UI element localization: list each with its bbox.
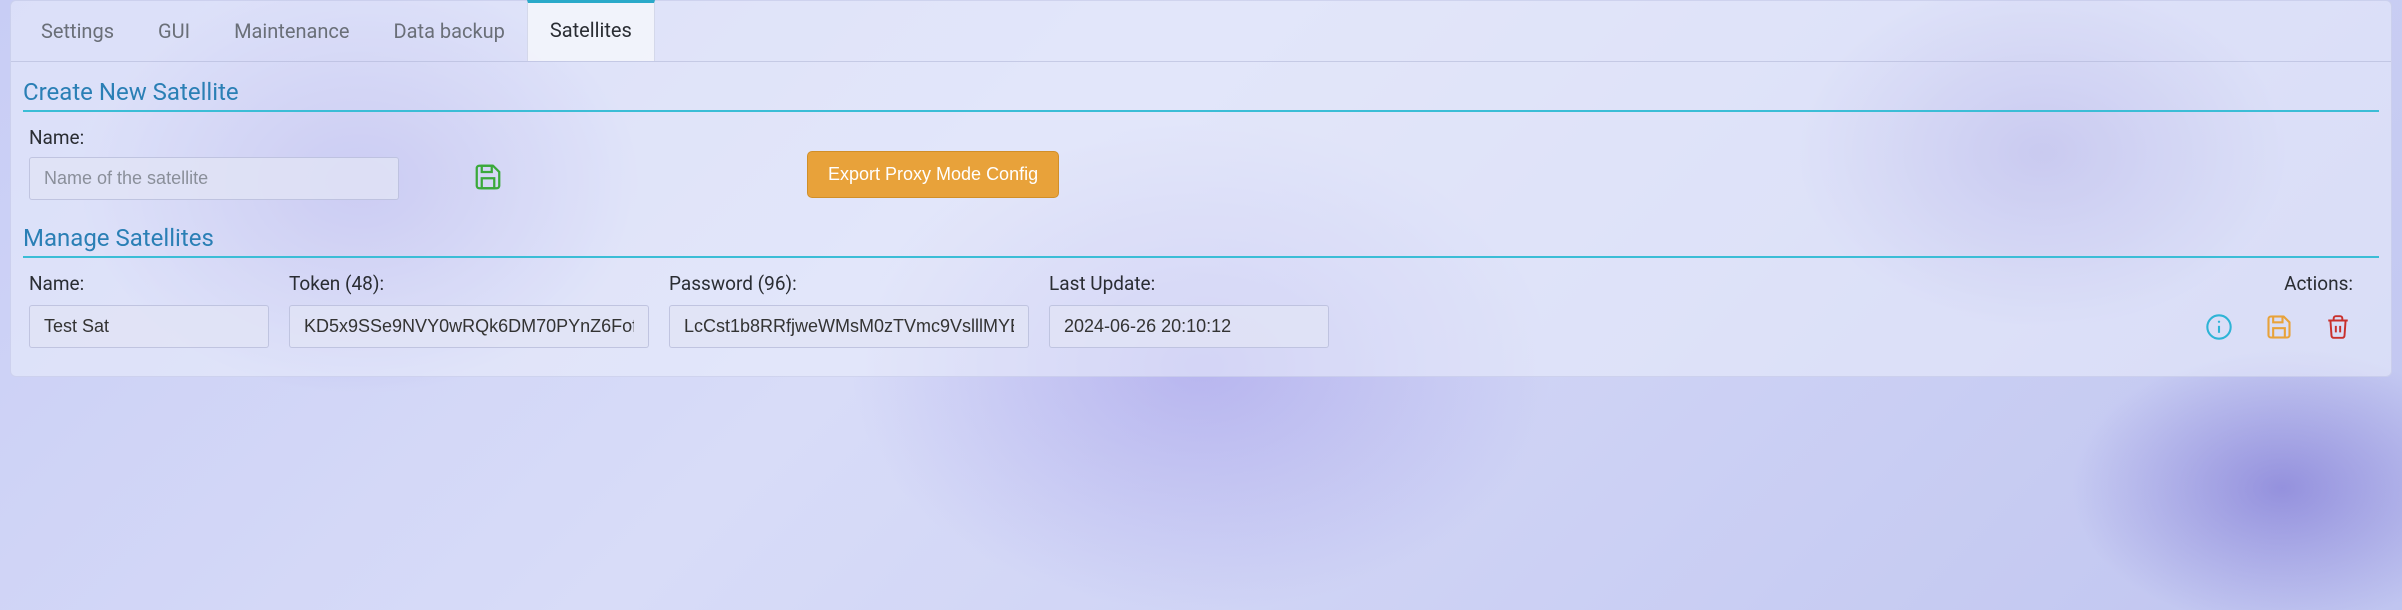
name-field-group: Name: bbox=[29, 126, 399, 200]
tab-data-backup[interactable]: Data backup bbox=[372, 1, 527, 61]
save-icon bbox=[2265, 313, 2293, 341]
tab-satellites[interactable]: Satellites bbox=[527, 0, 655, 61]
row-token-input[interactable] bbox=[289, 305, 649, 348]
header-actions: Actions: bbox=[1349, 272, 2373, 295]
manage-section-title: Manage Satellites bbox=[23, 224, 2379, 258]
tab-bar: Settings GUI Maintenance Data backup Sat… bbox=[11, 1, 2391, 62]
row-name-input[interactable] bbox=[29, 305, 269, 348]
tab-settings[interactable]: Settings bbox=[19, 1, 136, 61]
row-last-update-input[interactable] bbox=[1049, 305, 1329, 348]
table-row bbox=[23, 305, 2379, 348]
row-info-button[interactable] bbox=[2203, 311, 2235, 343]
name-label: Name: bbox=[29, 126, 399, 149]
satellites-panel: Settings GUI Maintenance Data backup Sat… bbox=[10, 0, 2392, 377]
manage-table-header: Name: Token (48): Password (96): Last Up… bbox=[23, 272, 2379, 295]
row-password-input[interactable] bbox=[669, 305, 1029, 348]
create-section-title: Create New Satellite bbox=[23, 78, 2379, 112]
export-proxy-config-button[interactable]: Export Proxy Mode Config bbox=[807, 151, 1059, 198]
info-icon bbox=[2205, 313, 2233, 341]
header-last-update: Last Update: bbox=[1049, 272, 1349, 295]
tab-gui[interactable]: GUI bbox=[136, 1, 212, 61]
satellite-name-input[interactable] bbox=[29, 157, 399, 200]
trash-icon bbox=[2325, 314, 2351, 340]
header-token: Token (48): bbox=[289, 272, 669, 295]
tab-maintenance[interactable]: Maintenance bbox=[212, 1, 371, 61]
create-save-button[interactable] bbox=[469, 158, 507, 196]
save-icon bbox=[473, 162, 503, 192]
row-save-button[interactable] bbox=[2263, 311, 2295, 343]
row-delete-button[interactable] bbox=[2323, 311, 2353, 343]
header-password: Password (96): bbox=[669, 272, 1049, 295]
create-row: Name: Export Proxy Mode Config bbox=[23, 126, 2379, 200]
tab-content: Create New Satellite Name: Export Proxy … bbox=[11, 62, 2391, 376]
header-name: Name: bbox=[29, 272, 289, 295]
